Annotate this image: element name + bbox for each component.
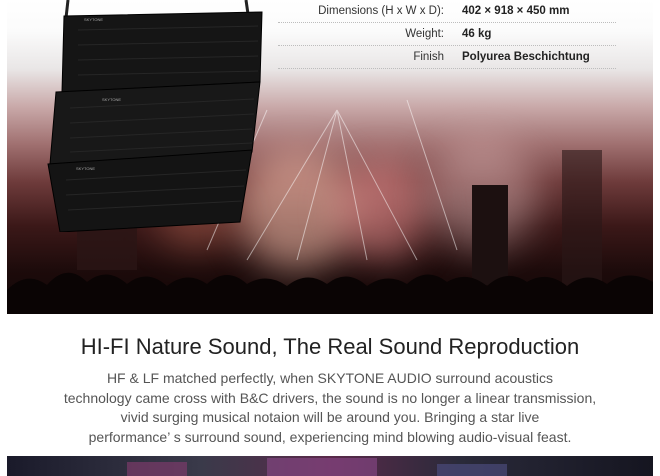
spec-table: Dimensions (H x W x D): 402 × 918 × 450 … [278, 0, 616, 69]
section-heading: HI-FI Nature Sound, The Real Sound Repro… [80, 334, 580, 359]
spec-label: Weight: [405, 28, 444, 40]
description-line: technology came cross with B&C drivers, … [63, 389, 597, 406]
svg-text:SKYTONE: SKYTONE [84, 17, 103, 22]
description-line: vivid surging musical notaion will be ar… [120, 409, 540, 425]
spec-value: 402 × 918 × 450 mm [462, 5, 570, 17]
spec-label: Dimensions (H x W x D): [318, 5, 444, 17]
spec-value: Polyurea Beschichtung [462, 51, 590, 63]
spec-label: Finish [413, 51, 444, 63]
spec-value: 46 kg [462, 28, 492, 40]
svg-text:SKYTONE: SKYTONE [76, 166, 95, 171]
section-description: HF & LF matched perfectly, when SKYTONE … [30, 369, 630, 447]
spec-row-finish: Finish Polyurea Beschichtung [278, 46, 616, 69]
spec-row-weight: Weight: 46 kg [278, 23, 616, 46]
description-line: HF & LF matched perfectly, when SKYTONE … [106, 370, 554, 386]
svg-text:SKYTONE: SKYTONE [102, 97, 121, 102]
line-array-speakers: SKYTONE SKYTONE SKYTONE [38, 0, 266, 233]
next-section-image [7, 456, 653, 476]
description-line: performance’ s surround sound, experienc… [88, 428, 572, 445]
spec-row-dimensions: Dimensions (H x W x D): 402 × 918 × 450 … [278, 0, 616, 23]
